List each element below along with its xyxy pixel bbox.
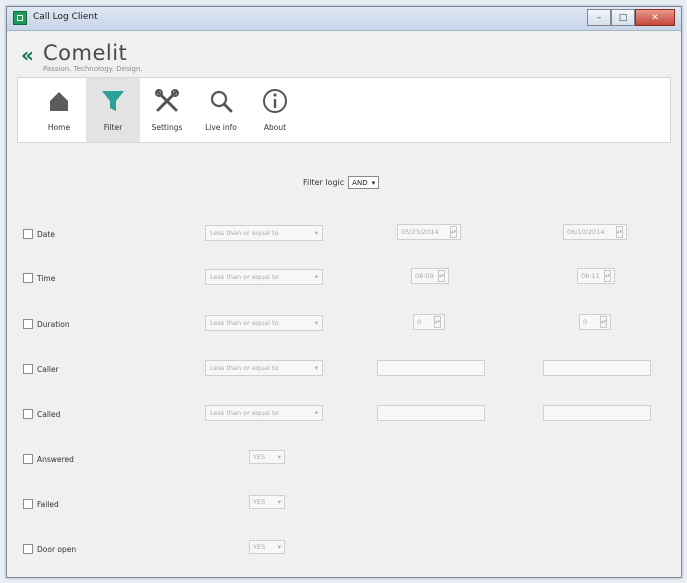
window-controls: – □ ✕ [587,9,675,26]
duration-operator-select[interactable]: Less than or equal to ▾ [205,315,323,331]
title-bar: Call Log Client – □ ✕ [7,7,681,31]
settings-icon [155,89,179,112]
toolbar-home-button[interactable]: Home [32,78,86,142]
filter-logic-value: AND [352,178,368,187]
called-label: Called [37,409,61,419]
called-to-input[interactable] [543,405,651,421]
dropdown-arrow-icon: ▾ [277,498,281,506]
dropdown-arrow-icon: ▾ [314,409,318,417]
dropdown-arrow-icon: ▾ [314,319,318,327]
duration-checkbox[interactable]: Duration [23,319,70,329]
duration-to-field[interactable]: 0 ▴▾ [579,314,611,330]
toolbar-filter-label: Filter [103,123,123,132]
toolbar-filter-button[interactable]: Filter [86,78,140,142]
door-open-checkbox[interactable]: Door open [23,544,76,554]
window-title: Call Log Client [33,12,98,22]
maximize-button[interactable]: □ [611,9,635,26]
toolbar-live-info-button[interactable]: Live info [194,78,248,142]
duration-from-field[interactable]: 0 ▴▾ [413,314,445,330]
dropdown-arrow-icon: ▾ [277,543,281,551]
caller-checkbox[interactable]: Caller [23,364,59,374]
date-from-field[interactable]: 05/23/2014 ▴▾ [397,224,461,240]
answered-row: Answered YES ▾ [7,449,681,469]
duration-label: Duration [37,319,70,329]
dropdown-arrow-icon: ▾ [277,453,281,461]
app-icon [13,11,27,25]
brand-logo: Comelit [43,41,128,65]
dropdown-arrow-icon: ▾ [314,364,318,372]
called-operator-select[interactable]: Less than or equal to ▾ [205,405,323,421]
door-open-label: Door open [37,544,77,554]
caller-label: Caller [37,364,59,374]
calendar-spin-icon[interactable]: ▴▾ [616,226,623,238]
failed-checkbox[interactable]: Failed [23,499,59,509]
caller-to-input[interactable] [543,360,651,376]
time-operator-select[interactable]: Less than or equal to ▾ [205,269,323,285]
info-icon [263,89,287,113]
date-checkbox[interactable]: Date [23,229,55,239]
caller-row: Caller Less than or equal to ▾ [7,359,681,379]
toolbar-about-button[interactable]: About [248,78,302,142]
toolbar-settings-label: Settings [151,123,183,132]
spin-icon[interactable]: ▴▾ [604,270,611,282]
time-row: Time Less than or equal to ▾ 08:09 ▴▾ 08:1… [7,268,681,288]
called-from-input[interactable] [377,405,485,421]
time-to-field[interactable]: 08:11 ▴▾ [577,268,615,284]
caller-operator-select[interactable]: Less than or equal to ▾ [205,360,323,376]
filter-logic: Filter logic AND ▾ [303,176,380,189]
toolbar-settings-button[interactable]: Settings [140,78,194,142]
toolbar-home-label: Home [47,123,71,132]
answered-select[interactable]: YES ▾ [249,450,285,464]
called-checkbox[interactable]: Called [23,409,60,419]
dropdown-arrow-icon: ▾ [314,273,318,281]
filter-form: Filter logic AND ▾ Date Less than or equ… [7,147,681,577]
dropdown-arrow-icon: ▾ [314,229,318,237]
caller-from-input[interactable] [377,360,485,376]
toolbar: Home Filter Settings Live info About [17,77,671,143]
logo-area: « Comelit Passion. Technology. Design. [7,31,681,76]
dropdown-arrow-icon: ▾ [371,178,376,187]
minimize-button[interactable]: – [587,9,611,26]
time-from-field[interactable]: 08:09 ▴▾ [411,268,449,284]
spin-icon[interactable]: ▴▾ [434,316,441,328]
date-row: Date Less than or equal to ▾ 05/23/2014 ▴▾… [7,224,681,244]
failed-row: Failed YES ▾ [7,494,681,514]
search-icon [210,90,233,113]
close-button[interactable]: ✕ [635,9,675,26]
date-operator-select[interactable]: Less than or equal to ▾ [205,225,323,241]
duration-row: Duration Less than or equal to ▾ 0 ▴▾ 0 ▴▾ [7,314,681,334]
brand-logo-mark: « [21,43,34,67]
answered-label: Answered [37,454,74,464]
calendar-spin-icon[interactable]: ▴▾ [450,226,457,238]
spin-icon[interactable]: ▴▾ [438,270,445,282]
toolbar-about-label: About [263,123,287,132]
brand-tagline: Passion. Technology. Design. [43,65,143,73]
time-label: Time [37,273,56,283]
failed-label: Failed [37,499,59,509]
called-row: Called Less than or equal to ▾ [7,404,681,424]
toolbar-live-info-label: Live info [205,123,237,132]
app-window: Call Log Client – □ ✕ « Comelit Passion.… [6,6,682,578]
door-open-select[interactable]: YES ▾ [249,540,285,554]
filter-icon [102,91,124,111]
home-icon [50,92,68,111]
answered-checkbox[interactable]: Answered [23,454,74,464]
time-checkbox[interactable]: Time [23,273,55,283]
date-to-field[interactable]: 06/10/2014 ▴▾ [563,224,627,240]
door-open-row: Door open YES ▾ [7,539,681,559]
spin-icon[interactable]: ▴▾ [600,316,607,328]
filter-logic-label: Filter logic [303,178,345,187]
failed-select[interactable]: YES ▾ [249,495,285,509]
date-label: Date [37,229,55,239]
filter-logic-select[interactable]: AND ▾ [348,176,380,189]
